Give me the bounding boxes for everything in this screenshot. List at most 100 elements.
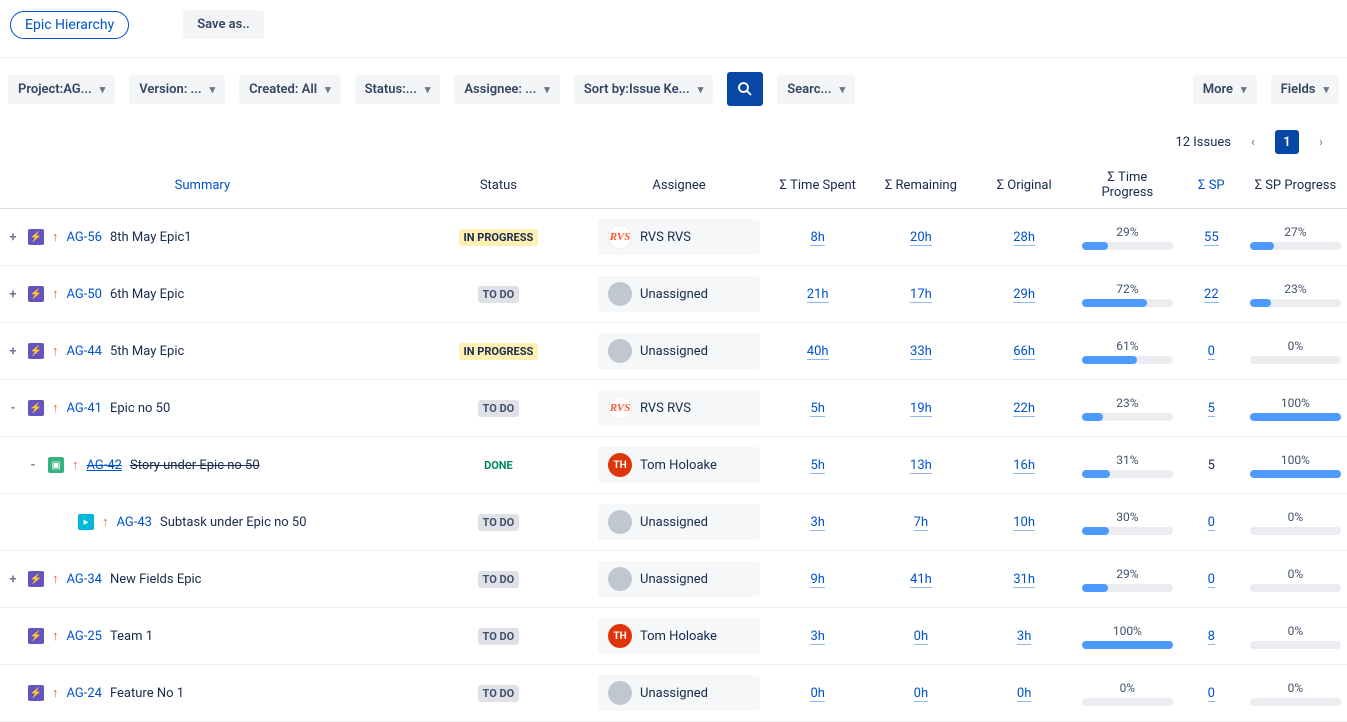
assignee-name: Unassigned bbox=[640, 572, 708, 587]
time-spent[interactable]: 8h bbox=[810, 230, 824, 246]
story-points[interactable]: 55 bbox=[1204, 230, 1219, 246]
sp-progress-bar bbox=[1250, 584, 1341, 592]
filter-created[interactable]: Created: All▾ bbox=[239, 75, 340, 104]
time-progress-label: 61% bbox=[1082, 339, 1173, 353]
issue-key-link[interactable]: AG-50 bbox=[67, 287, 102, 302]
time-spent[interactable]: 3h bbox=[810, 515, 824, 531]
sp-progress-label: 23% bbox=[1250, 282, 1341, 296]
assignee-cell[interactable]: TH Tom Holoake bbox=[598, 618, 760, 654]
page-next[interactable]: › bbox=[1309, 130, 1333, 154]
issue-key-link[interactable]: AG-25 bbox=[67, 629, 102, 644]
view-pill[interactable]: Epic Hierarchy bbox=[10, 11, 129, 39]
col-sp[interactable]: Σ SP bbox=[1198, 178, 1225, 193]
time-remaining[interactable]: 7h bbox=[914, 515, 928, 531]
time-progress-label: 31% bbox=[1082, 453, 1173, 467]
time-remaining[interactable]: 13h bbox=[910, 458, 932, 474]
assignee-name: Tom Holoake bbox=[640, 458, 717, 473]
time-remaining[interactable]: 19h bbox=[910, 401, 932, 417]
priority-icon: ↑ bbox=[52, 286, 59, 302]
filter-search-saved[interactable]: Searc...▾ bbox=[777, 75, 855, 104]
avatar bbox=[608, 510, 632, 534]
expand-toggle[interactable]: - bbox=[26, 458, 40, 473]
issue-key-link[interactable]: AG-41 bbox=[67, 401, 102, 416]
issue-count: 12 Issues bbox=[1175, 135, 1231, 150]
assignee-cell[interactable]: Unassigned bbox=[598, 675, 760, 711]
story-points[interactable]: 22 bbox=[1204, 287, 1219, 303]
issue-key-link[interactable]: AG-43 bbox=[117, 515, 152, 530]
filter-version[interactable]: Version: ...▾ bbox=[129, 75, 225, 104]
story-points[interactable]: 0 bbox=[1208, 572, 1215, 588]
time-original[interactable]: 29h bbox=[1013, 287, 1035, 303]
time-original[interactable]: 66h bbox=[1013, 344, 1035, 360]
time-original[interactable]: 3h bbox=[1017, 629, 1031, 645]
time-original[interactable]: 22h bbox=[1013, 401, 1035, 417]
time-original[interactable]: 0h bbox=[1017, 686, 1031, 702]
expand-toggle[interactable]: + bbox=[6, 287, 20, 302]
time-spent[interactable]: 0h bbox=[810, 686, 824, 702]
story-points[interactable]: 0 bbox=[1208, 515, 1215, 531]
time-remaining[interactable]: 33h bbox=[910, 344, 932, 360]
time-spent[interactable]: 21h bbox=[807, 287, 829, 303]
time-original[interactable]: 16h bbox=[1013, 458, 1035, 474]
story-points[interactable]: 0 bbox=[1208, 344, 1215, 360]
assignee-cell[interactable]: Unassigned bbox=[598, 504, 760, 540]
sp-progress-label: 100% bbox=[1250, 453, 1341, 467]
time-original[interactable]: 10h bbox=[1013, 515, 1035, 531]
time-remaining[interactable]: 41h bbox=[910, 572, 932, 588]
expand-toggle[interactable]: + bbox=[6, 344, 20, 359]
sp-progress-label: 0% bbox=[1250, 567, 1341, 581]
assignee-cell[interactable]: RVS RVS RVS bbox=[598, 219, 760, 255]
epic-icon: ⚡ bbox=[28, 286, 44, 302]
fields-dropdown[interactable]: Fields▾ bbox=[1271, 75, 1339, 104]
search-button[interactable] bbox=[727, 72, 763, 106]
save-as-button[interactable]: Save as.. bbox=[183, 10, 264, 39]
time-original[interactable]: 28h bbox=[1013, 230, 1035, 246]
time-remaining[interactable]: 17h bbox=[910, 287, 932, 303]
filter-assignee[interactable]: Assignee: ...▾ bbox=[454, 75, 559, 104]
sp-progress-bar bbox=[1250, 299, 1341, 307]
time-remaining[interactable]: 0h bbox=[914, 686, 928, 702]
time-spent[interactable]: 40h bbox=[807, 344, 829, 360]
more-dropdown[interactable]: More▾ bbox=[1193, 75, 1257, 104]
assignee-cell[interactable]: RVS RVS RVS bbox=[598, 390, 760, 426]
issue-key-link[interactable]: AG-44 bbox=[67, 344, 102, 359]
story-points[interactable]: 8 bbox=[1208, 629, 1215, 645]
col-summary[interactable]: Summary bbox=[175, 178, 230, 193]
issue-key-link[interactable]: AG-42 bbox=[87, 458, 122, 473]
time-original[interactable]: 31h bbox=[1013, 572, 1035, 588]
chevron-down-icon: ▾ bbox=[325, 83, 331, 96]
expand-toggle[interactable]: + bbox=[6, 230, 20, 245]
status-badge: TO DO bbox=[478, 514, 520, 531]
priority-icon: ↑ bbox=[52, 400, 59, 416]
time-progress-bar bbox=[1082, 299, 1173, 307]
table-row: ▸ ↑ AG-43 Subtask under Epic no 50 TO DO… bbox=[0, 494, 1347, 551]
time-spent[interactable]: 3h bbox=[810, 629, 824, 645]
story-points[interactable]: 5 bbox=[1208, 401, 1215, 417]
issue-key-link[interactable]: AG-34 bbox=[67, 572, 102, 587]
assignee-cell[interactable]: Unassigned bbox=[598, 333, 760, 369]
col-status: Status bbox=[405, 162, 592, 209]
sp-progress-label: 0% bbox=[1250, 339, 1341, 353]
issue-key-link[interactable]: AG-24 bbox=[67, 686, 102, 701]
expand-toggle[interactable]: + bbox=[6, 572, 20, 587]
filter-project[interactable]: Project:AG...▾ bbox=[8, 75, 115, 104]
story-points[interactable]: 0 bbox=[1208, 686, 1215, 702]
avatar: TH bbox=[608, 624, 632, 648]
time-spent[interactable]: 5h bbox=[810, 458, 824, 474]
assignee-cell[interactable]: Unassigned bbox=[598, 276, 760, 312]
time-remaining[interactable]: 20h bbox=[910, 230, 932, 246]
issue-key-link[interactable]: AG-56 bbox=[67, 230, 102, 245]
page-prev[interactable]: ‹ bbox=[1241, 130, 1265, 154]
assignee-cell[interactable]: TH Tom Holoake bbox=[598, 447, 760, 483]
time-spent[interactable]: 9h bbox=[810, 572, 824, 588]
avatar bbox=[608, 282, 632, 306]
time-spent[interactable]: 5h bbox=[810, 401, 824, 417]
page-current[interactable]: 1 bbox=[1275, 130, 1299, 154]
filter-sort[interactable]: Sort by:Issue Ke...▾ bbox=[574, 75, 713, 104]
sp-progress-bar bbox=[1250, 698, 1341, 706]
filter-status[interactable]: Status:...▾ bbox=[355, 75, 441, 104]
priority-icon: ↑ bbox=[52, 628, 59, 644]
time-remaining[interactable]: 0h bbox=[914, 629, 928, 645]
assignee-name: RVS RVS bbox=[640, 401, 691, 416]
expand-toggle[interactable]: - bbox=[6, 401, 20, 416]
